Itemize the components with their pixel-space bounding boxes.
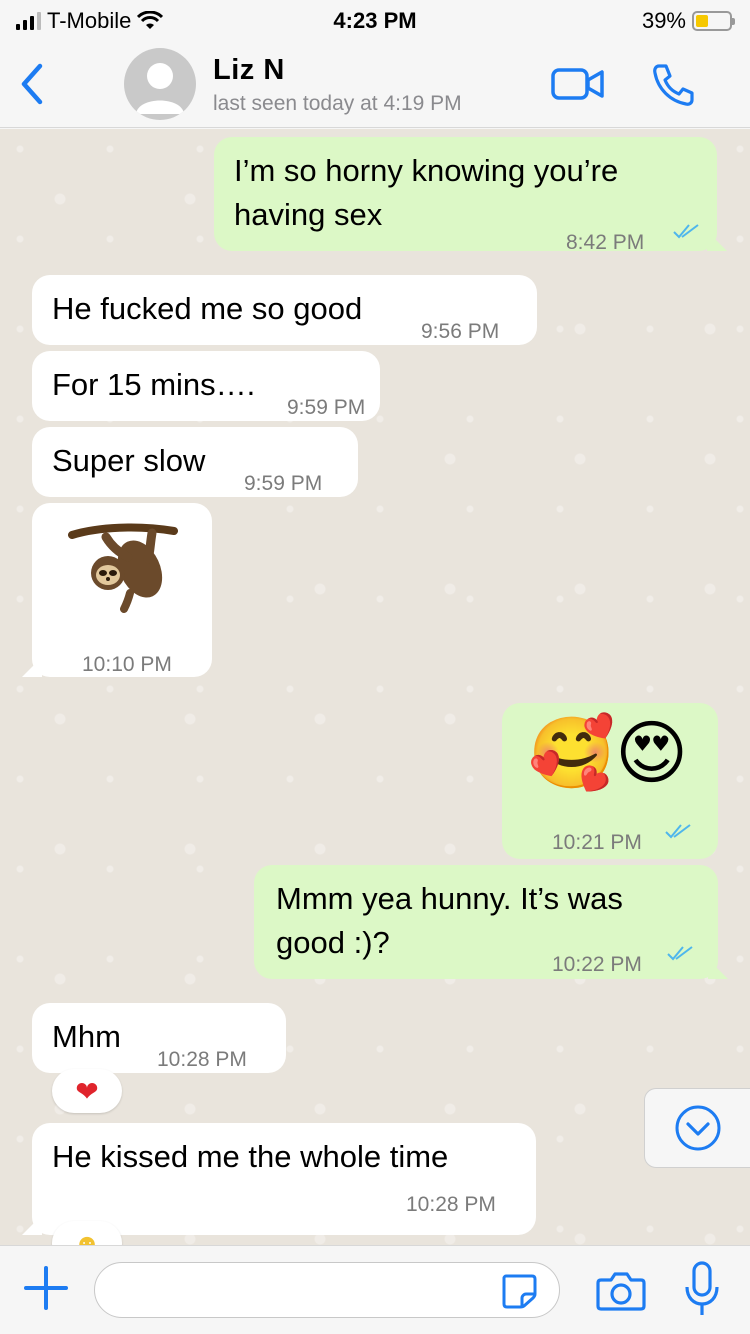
contact-name[interactable]: Liz N (213, 54, 285, 87)
heart-icon: ❤ (75, 1075, 99, 1107)
last-seen-status: last seen today at 4:19 PM (213, 92, 462, 115)
smiley-icon: ☻ (73, 1227, 101, 1246)
message-time: 9:59 PM (244, 472, 323, 495)
incoming-sticker-message[interactable]: 10:10 PM (22, 503, 212, 677)
message-text: Mhm (52, 1019, 121, 1054)
scroll-to-bottom-button[interactable] (644, 1088, 750, 1168)
status-bar: T-Mobile 4:23 PM 39% (0, 0, 750, 40)
incoming-message[interactable]: He kissed me the whole time 10:28 PM (22, 1123, 536, 1235)
message-text: Super slow (52, 443, 206, 478)
default-avatar-icon (136, 63, 184, 114)
bubble-tail (707, 231, 727, 251)
message-time: 10:28 PM (157, 1048, 247, 1071)
outgoing-message[interactable]: 🥰😍 10:21 PM (502, 703, 718, 859)
message-text: He kissed me the whole time (52, 1139, 449, 1174)
back-chevron-icon[interactable] (14, 60, 54, 108)
clock: 4:23 PM (333, 8, 417, 33)
sticker-icon[interactable] (500, 1272, 538, 1310)
bubble-tail (22, 657, 42, 677)
message-input[interactable] (94, 1262, 560, 1318)
message-text: I’m so horny knowing you’re (234, 153, 619, 188)
message-text: He fucked me so good (52, 291, 363, 326)
plus-icon[interactable] (22, 1264, 70, 1312)
video-call-icon[interactable] (550, 64, 606, 104)
battery-status: 39% (641, 8, 735, 34)
incoming-message[interactable]: Mhm 10:28 PM (32, 1003, 286, 1073)
message-time: 10:10 PM (82, 653, 172, 676)
message-time: 8:42 PM (566, 231, 645, 254)
emoji-text: 🥰😍 (528, 712, 689, 794)
chevron-down-circle-icon (675, 1105, 721, 1151)
read-receipt-icon (673, 224, 699, 239)
message-time: 10:21 PM (552, 831, 642, 854)
message-list[interactable]: I’m so horny knowing you’re having sex 8… (0, 129, 750, 1245)
sloth-sticker[interactable] (68, 517, 178, 613)
incoming-message[interactable]: For 15 mins…. 9:59 PM (32, 351, 380, 421)
message-time: 10:22 PM (552, 953, 642, 976)
incoming-message[interactable]: Super slow 9:59 PM (32, 427, 358, 497)
incoming-message[interactable]: He fucked me so good 9:56 PM (32, 275, 537, 345)
bubble-tail (708, 959, 728, 979)
camera-icon[interactable] (596, 1268, 646, 1312)
message-text: For 15 mins…. (52, 367, 256, 402)
read-receipt-icon (665, 824, 691, 839)
message-text: good :)? (276, 925, 390, 960)
message-time: 9:56 PM (421, 320, 500, 343)
message-time: 9:59 PM (287, 396, 366, 419)
emoji-reaction-badge[interactable]: ☻ (52, 1221, 122, 1245)
message-text: Mmm yea hunny. It’s was (276, 881, 623, 916)
battery-percent: 39% (641, 8, 686, 33)
read-receipt-icon (667, 946, 693, 961)
battery-icon (692, 11, 735, 31)
bubble-tail (22, 1215, 42, 1235)
heart-reaction-badge[interactable]: ❤ (52, 1069, 122, 1113)
outgoing-message[interactable]: I’m so horny knowing you’re having sex 8… (214, 137, 727, 254)
microphone-icon[interactable] (684, 1260, 720, 1318)
compose-bar (0, 1245, 750, 1334)
phone-icon[interactable] (650, 62, 696, 108)
avatar[interactable] (124, 48, 196, 120)
message-text: having sex (234, 197, 383, 232)
chat-header: Liz N last seen today at 4:19 PM (0, 40, 750, 128)
outgoing-message[interactable]: Mmm yea hunny. It’s was good :)? 10:22 P… (254, 865, 728, 979)
message-time: 10:28 PM (406, 1193, 496, 1216)
